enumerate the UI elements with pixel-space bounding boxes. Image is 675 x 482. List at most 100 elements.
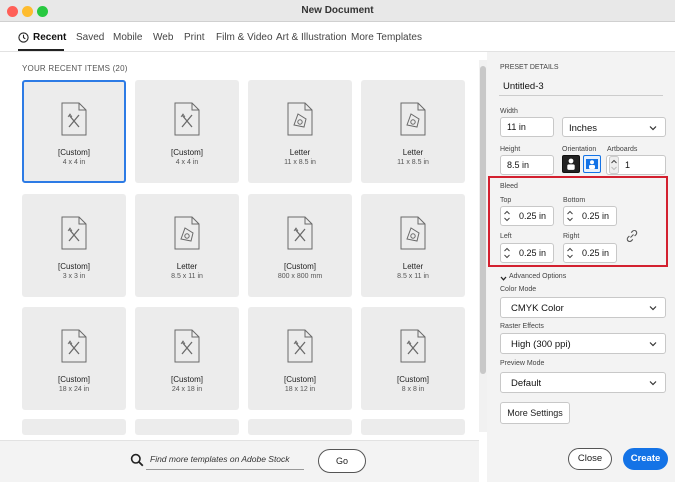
recent-item-name: Letter: [402, 148, 424, 157]
units-value: Inches: [569, 123, 597, 134]
recent-item-size: 8.5 x 11 in: [171, 273, 203, 280]
recent-item-card[interactable]: [361, 419, 465, 435]
chevron-down-icon: [649, 304, 657, 312]
recent-item-card[interactable]: [Custom] 18 x 24 in: [22, 307, 126, 410]
recent-item-name: Letter: [289, 148, 311, 157]
tab-web[interactable]: Web: [153, 32, 173, 43]
chevron-down-icon: [649, 124, 657, 132]
link-bleed-values-icon[interactable]: [625, 229, 639, 243]
recent-item-size: 18 x 12 in: [284, 386, 316, 393]
recent-item-card[interactable]: [Custom] 8 x 8 in: [361, 307, 465, 410]
custom-doc-icon: [172, 102, 202, 136]
recent-item-name: [Custom]: [170, 375, 203, 384]
custom-doc-icon: [285, 216, 315, 250]
raster-effects-select[interactable]: High (300 ppi): [500, 333, 666, 354]
scrollbar[interactable]: [479, 60, 487, 432]
document-name-input[interactable]: Untitled-3: [503, 81, 544, 92]
chevron-down-small-icon[interactable]: [500, 274, 507, 281]
title-bar: New Document: [0, 0, 675, 22]
stock-search-input[interactable]: Find more templates on Adobe Stock: [150, 454, 290, 464]
recent-item-size: 4 x 4 in: [62, 159, 86, 166]
tab-mobile[interactable]: Mobile: [113, 32, 142, 43]
bleed-label: Bleed: [500, 183, 518, 190]
category-tabs: Recent Saved Mobile Web Print Film & Vid…: [0, 22, 675, 52]
create-button[interactable]: Create: [623, 448, 668, 470]
preset-details-header: PRESET DETAILS: [500, 64, 559, 71]
more-settings-button[interactable]: More Settings: [500, 402, 570, 424]
recent-item-name: [Custom]: [57, 375, 90, 384]
letter-doc-icon: [398, 102, 428, 136]
height-field[interactable]: 8.5 in: [500, 155, 554, 175]
artboards-stepper[interactable]: [609, 156, 619, 174]
orientation-label: Orientation: [562, 146, 597, 153]
preview-mode-value: Default: [511, 378, 542, 389]
tab-saved[interactable]: Saved: [76, 32, 104, 43]
recent-item-name: [Custom]: [396, 375, 429, 384]
bleed-top-stepper[interactable]: [502, 207, 512, 225]
recent-item-name: [Custom]: [57, 148, 90, 157]
search-input-underline: [146, 469, 304, 470]
tab-film-video[interactable]: Film & Video: [216, 32, 273, 43]
preset-details-panel: PRESET DETAILS Untitled-3 Width 11 in In…: [487, 52, 675, 482]
recent-item-card[interactable]: [Custom] 4 x 4 in: [135, 80, 239, 183]
units-select[interactable]: Inches: [562, 117, 666, 137]
recent-item-size: 11 x 8.5 in: [397, 159, 429, 166]
width-field[interactable]: 11 in: [500, 117, 554, 137]
tab-art-illustration[interactable]: Art & Illustration: [276, 32, 347, 43]
recent-item-size: 3 x 3 in: [62, 273, 86, 280]
tab-recent[interactable]: Recent: [33, 32, 66, 43]
recent-item-size: 800 x 800 mm: [277, 273, 323, 280]
recent-item-name: [Custom]: [283, 262, 316, 271]
letter-doc-icon: [172, 216, 202, 250]
custom-doc-icon: [285, 329, 315, 363]
recent-item-card[interactable]: [Custom] 24 x 18 in: [135, 307, 239, 410]
recent-items-header: YOUR RECENT ITEMS (20): [22, 64, 128, 73]
recent-item-card[interactable]: [Custom] 4 x 4 in: [22, 80, 126, 183]
recent-item-size: 18 x 24 in: [58, 386, 90, 393]
landscape-orientation-button[interactable]: [583, 155, 601, 173]
recent-item-card[interactable]: Letter 11 x 8.5 in: [361, 80, 465, 183]
recent-item-name: Letter: [402, 262, 424, 271]
advanced-options-toggle[interactable]: Advanced Options: [509, 273, 566, 280]
recent-item-card[interactable]: [Custom] 800 x 800 mm: [248, 194, 352, 297]
width-label: Width: [500, 108, 518, 115]
recent-item-card[interactable]: Letter 11 x 8.5 in: [248, 80, 352, 183]
recent-item-name: [Custom]: [170, 148, 203, 157]
color-mode-label: Color Mode: [500, 286, 537, 293]
preview-mode-label: Preview Mode: [500, 360, 545, 367]
recent-item-size: 8.5 x 11 in: [397, 273, 429, 280]
recent-item-card[interactable]: [248, 419, 352, 435]
recent-item-size: 11 x 8.5 in: [284, 159, 316, 166]
tab-print[interactable]: Print: [184, 32, 205, 43]
portrait-orientation-button[interactable]: [562, 155, 580, 173]
custom-doc-icon: [59, 216, 89, 250]
bleed-left-stepper[interactable]: [502, 244, 512, 262]
recent-item-name: Letter: [176, 262, 198, 271]
close-button[interactable]: Close: [568, 448, 612, 470]
recent-item-card[interactable]: Letter 8.5 x 11 in: [361, 194, 465, 297]
recent-item-size: 4 x 4 in: [175, 159, 199, 166]
letter-doc-icon: [398, 216, 428, 250]
clock-icon: [18, 32, 29, 43]
color-mode-select[interactable]: CMYK Color: [500, 297, 666, 318]
recent-item-card[interactable]: [135, 419, 239, 435]
recent-item-card[interactable]: [Custom] 3 x 3 in: [22, 194, 126, 297]
recent-item-size: 24 x 18 in: [171, 386, 203, 393]
bleed-bottom-stepper[interactable]: [565, 207, 575, 225]
chevron-down-icon: [649, 379, 657, 387]
bleed-right-stepper[interactable]: [565, 244, 575, 262]
raster-effects-label: Raster Effects: [500, 323, 544, 330]
go-button[interactable]: Go: [318, 449, 366, 473]
scrollbar-thumb[interactable]: [480, 66, 486, 374]
custom-doc-icon: [59, 329, 89, 363]
recent-item-card[interactable]: [Custom] 18 x 12 in: [248, 307, 352, 410]
preview-mode-select[interactable]: Default: [500, 372, 666, 393]
search-icon: [130, 453, 144, 467]
recent-item-size: 8 x 8 in: [401, 386, 425, 393]
height-label: Height: [500, 146, 521, 153]
tab-more-templates[interactable]: More Templates: [351, 32, 422, 43]
window-title: New Document: [301, 5, 374, 16]
recent-item-name: [Custom]: [57, 262, 90, 271]
recent-item-card[interactable]: [22, 419, 126, 435]
recent-item-card[interactable]: Letter 8.5 x 11 in: [135, 194, 239, 297]
